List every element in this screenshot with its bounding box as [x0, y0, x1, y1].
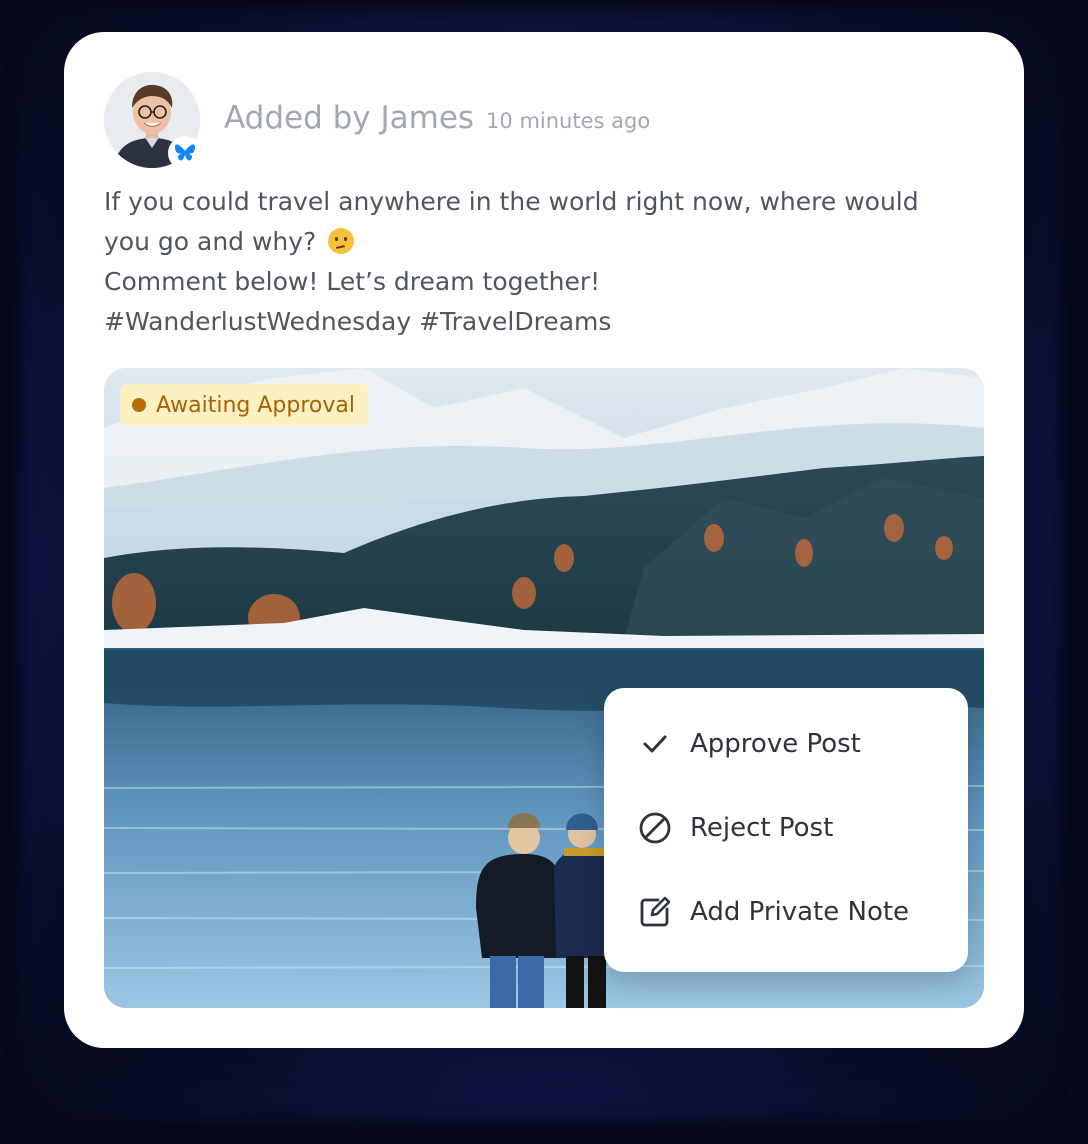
author-name: Added by James [224, 100, 475, 136]
approve-post-label: Approve Post [690, 729, 861, 759]
ban-icon [638, 811, 672, 845]
check-icon [638, 727, 672, 761]
hashtags[interactable]: #WanderlustWednesday #TravelDreams [104, 302, 984, 342]
author-line: Added by James 10 minutes ago [224, 100, 650, 136]
reject-post-button[interactable]: Reject Post [638, 808, 833, 848]
approve-post-button[interactable]: Approve Post [638, 724, 861, 764]
avatar[interactable] [104, 72, 202, 170]
status-dot-icon [132, 398, 146, 412]
moderation-menu: Approve Post Reject Post Add Private Not… [604, 688, 968, 972]
add-private-note-button[interactable]: Add Private Note [638, 892, 909, 932]
reject-post-label: Reject Post [690, 813, 834, 843]
timestamp: 10 minutes ago [486, 109, 651, 133]
edit-note-icon [638, 895, 672, 929]
status-badge: Awaiting Approval [120, 384, 369, 426]
post-text-line: Comment below! Let’s dream together! [104, 267, 601, 296]
post-text-line-2: you go and why? [104, 222, 984, 262]
add-private-note-label: Add Private Note [690, 897, 910, 927]
status-text: Awaiting Approval [156, 392, 355, 418]
post-text: If you could travel anywhere in the worl… [104, 182, 984, 342]
post-card: Added by James 10 minutes ago If you cou… [64, 32, 1024, 1048]
butterfly-icon [168, 136, 202, 170]
thinking-face-emoji [328, 228, 355, 254]
post-text-line: If you could travel anywhere in the worl… [104, 187, 919, 216]
